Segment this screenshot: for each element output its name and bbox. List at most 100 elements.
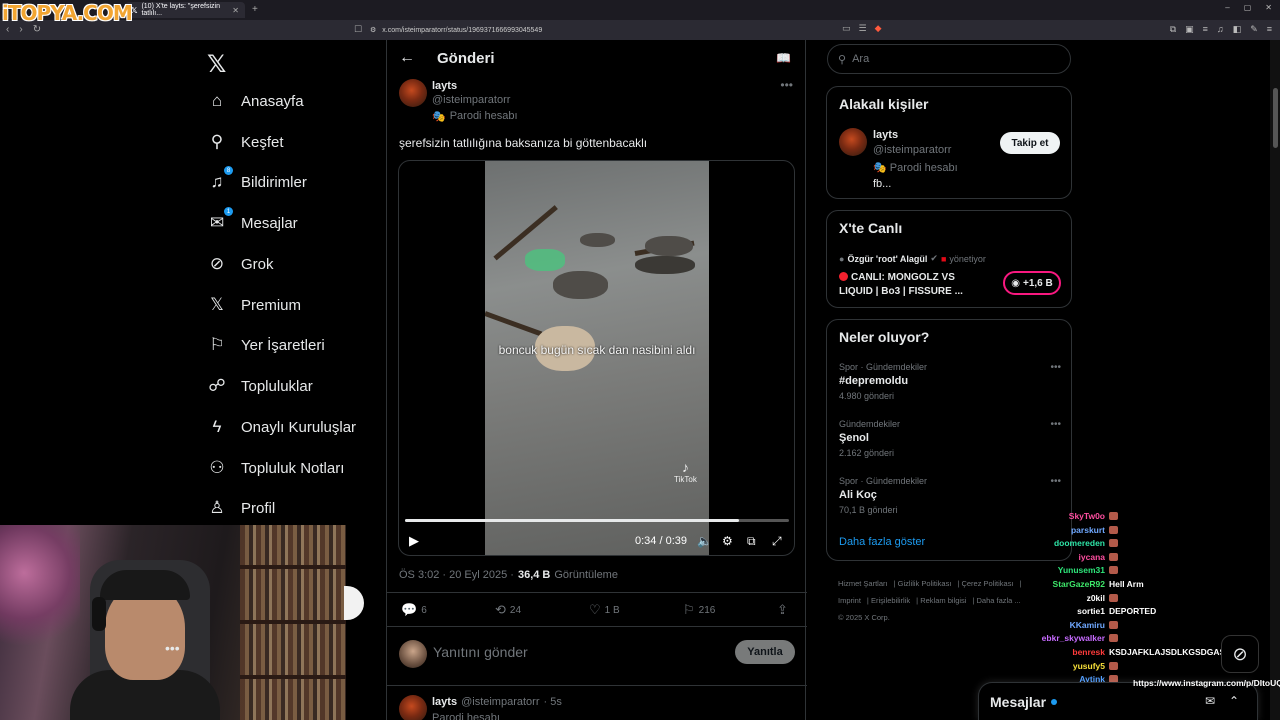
footer-link[interactable]: Hizmet Şartları xyxy=(838,579,888,588)
live-host[interactable]: ● Özgür 'root' Alagül ✔ ■ yönetiyor xyxy=(839,253,986,264)
reader-mode-icon[interactable]: 📖 xyxy=(776,51,791,65)
chat-emote-icon xyxy=(1109,525,1118,534)
site-info-icon[interactable]: ⚙ xyxy=(370,26,376,34)
sidebar-item-communities[interactable]: ☍ Topluluklar xyxy=(207,371,312,401)
footer-link[interactable]: Erişilebilirlik xyxy=(871,596,910,605)
volume-icon[interactable]: 🔈 xyxy=(697,534,712,548)
notes-icon: ⚇ xyxy=(209,458,225,477)
settings-icon[interactable]: ≡ xyxy=(1267,24,1272,35)
footer-link[interactable]: Çerez Politikası xyxy=(961,579,1013,588)
more-options-icon[interactable]: ••• xyxy=(165,640,180,656)
footer-link[interactable]: Imprint xyxy=(838,596,861,605)
avatar[interactable] xyxy=(399,695,427,720)
avatar[interactable] xyxy=(399,79,427,107)
maximize-icon[interactable]: ▢ xyxy=(1244,3,1252,12)
video-player[interactable]: boncuk bugün sıcak dan nasibini aldı ♪ T… xyxy=(398,160,795,556)
browser-tab[interactable]: 𝕏 (10) X'te layts: "şerefsizin tatlılı..… xyxy=(125,2,245,18)
sidebar-item-community-notes[interactable]: ⚇ Topluluk Notları xyxy=(207,453,344,483)
back-icon[interactable]: ‹ xyxy=(6,24,9,35)
close-window-icon[interactable]: ✕ xyxy=(1265,3,1272,12)
sidebar-item-verified-orgs[interactable]: ϟ Onaylı Kuruluşlar xyxy=(207,412,357,442)
sidebar-item-bookmarks[interactable]: ⚐ Yer İşaretleri xyxy=(207,330,324,360)
sidebar-item-grok[interactable]: ⊘ Grok xyxy=(207,249,274,279)
reply-submit-button[interactable]: Yanıtla xyxy=(735,640,795,664)
trend-item[interactable]: Spor · Gündemdekiler #depremoldu 4.980 g… xyxy=(839,362,1061,401)
reply-count: 6 xyxy=(421,604,427,616)
address-bar[interactable]: ⚙ x.com/isteimparatorr/status/1969371666… xyxy=(370,23,910,37)
sidebar-item-messages[interactable]: ✉ 1 Mesajlar xyxy=(207,207,298,238)
play-icon[interactable]: ▶ xyxy=(409,533,419,549)
fullscreen-icon[interactable]: ⤢ xyxy=(772,534,782,549)
heart-icon: ♡ xyxy=(589,602,601,617)
reload-icon[interactable]: ↻ xyxy=(33,24,41,35)
search-input[interactable]: ⚲ Ara xyxy=(827,44,1071,74)
trend-item[interactable]: Gündemdekiler Şenol 2.162 gönderi ••• xyxy=(839,419,1061,458)
bookmark-button[interactable]: ⚐ 216 xyxy=(683,602,715,618)
reply-input[interactable]: Yanıtını gönder xyxy=(433,644,528,660)
wallet-icon[interactable]: ▣ xyxy=(1185,24,1194,35)
share-button[interactable]: ⇪ xyxy=(777,602,788,618)
footer-link[interactable]: Gizlilik Politikası xyxy=(898,579,952,588)
post-timestamp[interactable]: ÖS 3:02 · 20 Eyl 2025 · xyxy=(399,569,514,581)
post-author-name[interactable]: layts xyxy=(432,80,457,92)
picture-in-picture-icon[interactable]: ⧉ xyxy=(747,534,756,549)
search-placeholder: Ara xyxy=(852,53,870,65)
settings-gear-icon[interactable]: ⚙ xyxy=(722,534,733,548)
chat-line: sortie1 DEPORTED xyxy=(1020,605,1156,617)
search-icon: ⚲ xyxy=(838,53,847,66)
grok-floating-button[interactable]: ⊘ xyxy=(1221,635,1259,673)
music-icon[interactable]: ♫ xyxy=(1217,24,1224,35)
bookmark-page-icon[interactable]: ☐ xyxy=(354,24,362,35)
footer-link[interactable]: Reklam bilgisi xyxy=(920,596,966,605)
video-time: 0:34 / 0:39 xyxy=(635,535,688,547)
footer-link[interactable]: Daha fazla ... xyxy=(977,596,1021,605)
more-options-icon[interactable]: ••• xyxy=(1050,419,1061,430)
brave-shield-icon[interactable]: ◆ xyxy=(875,23,882,34)
flag-icon: ■ xyxy=(940,253,947,264)
post-author-handle[interactable]: @isteimparatorr xyxy=(432,94,510,106)
reader-view-icon[interactable]: ☰ xyxy=(859,23,867,34)
video-progress-bar[interactable] xyxy=(405,519,789,522)
repost-button[interactable]: ⟲ 24 xyxy=(495,602,521,618)
video-progress-fill xyxy=(405,519,740,522)
forward-icon[interactable]: › xyxy=(19,24,22,35)
new-message-icon[interactable]: ✉ xyxy=(1205,694,1215,708)
related-people-card: Alakalı kişiler layts @isteimparatorr 🎭 … xyxy=(826,86,1072,199)
listeners-avatar-icon: ◉ xyxy=(1011,277,1020,289)
more-options-icon[interactable]: ••• xyxy=(1050,362,1061,373)
sidebar-toggle-icon[interactable]: ◧ xyxy=(1233,24,1242,35)
sidebar-item-profile[interactable]: ♙ Profil xyxy=(207,493,275,523)
extension-icon[interactable]: ⧉ xyxy=(1170,24,1176,35)
next-post-author[interactable]: layts @isteimparatorr · 5s xyxy=(432,696,562,708)
parody-label: 🎭 Parodi hesabı xyxy=(432,110,518,123)
sidebar-item-premium[interactable]: 𝕏 Premium xyxy=(207,290,301,320)
show-more-link[interactable]: Daha fazla göster xyxy=(839,536,925,548)
sidebar-item-explore[interactable]: ⚲ Keşfet xyxy=(207,127,284,157)
leo-icon[interactable]: ✎ xyxy=(1250,24,1258,35)
related-user-name[interactable]: layts xyxy=(873,129,898,141)
related-user-handle[interactable]: @isteimparatorr xyxy=(873,144,951,156)
reply-button[interactable]: 💬 6 xyxy=(401,602,427,618)
sidebar-item-home[interactable]: ⌂ Anasayfa xyxy=(207,86,304,116)
back-arrow-icon[interactable]: ← xyxy=(399,49,415,67)
live-stream-title[interactable]: CANLI: MONGOLZ VS LIQUID | Bo3 | FISSURE… xyxy=(839,271,989,299)
avatar[interactable] xyxy=(839,128,867,156)
divider xyxy=(387,592,807,593)
expand-icon[interactable]: ⌃ xyxy=(1229,694,1239,708)
close-tab-icon[interactable]: ✕ xyxy=(232,6,239,15)
more-options-icon[interactable]: ••• xyxy=(780,78,793,92)
notification-badge: 8 xyxy=(224,166,233,175)
chat-line: parskurt xyxy=(1020,524,1118,536)
page-tools-icon[interactable]: ▭ xyxy=(842,23,851,34)
menu-icon[interactable]: ≡ xyxy=(1203,24,1208,35)
live-listeners-button[interactable]: ◉ +1,6 B xyxy=(1003,271,1061,295)
sidebar-item-notifications[interactable]: ♫ 8 Bildirimler xyxy=(207,166,307,197)
scrollbar-thumb[interactable] xyxy=(1273,88,1278,148)
follow-button[interactable]: Takip et xyxy=(1000,132,1060,154)
minimize-icon[interactable]: – xyxy=(1225,3,1229,12)
like-button[interactable]: ♡ 1 B xyxy=(589,602,620,618)
x-logo-icon[interactable]: 𝕏 xyxy=(207,50,226,79)
more-options-icon[interactable]: ••• xyxy=(1050,476,1061,487)
new-tab-icon[interactable]: + xyxy=(252,4,258,15)
chat-line: doomereden xyxy=(1020,537,1118,549)
